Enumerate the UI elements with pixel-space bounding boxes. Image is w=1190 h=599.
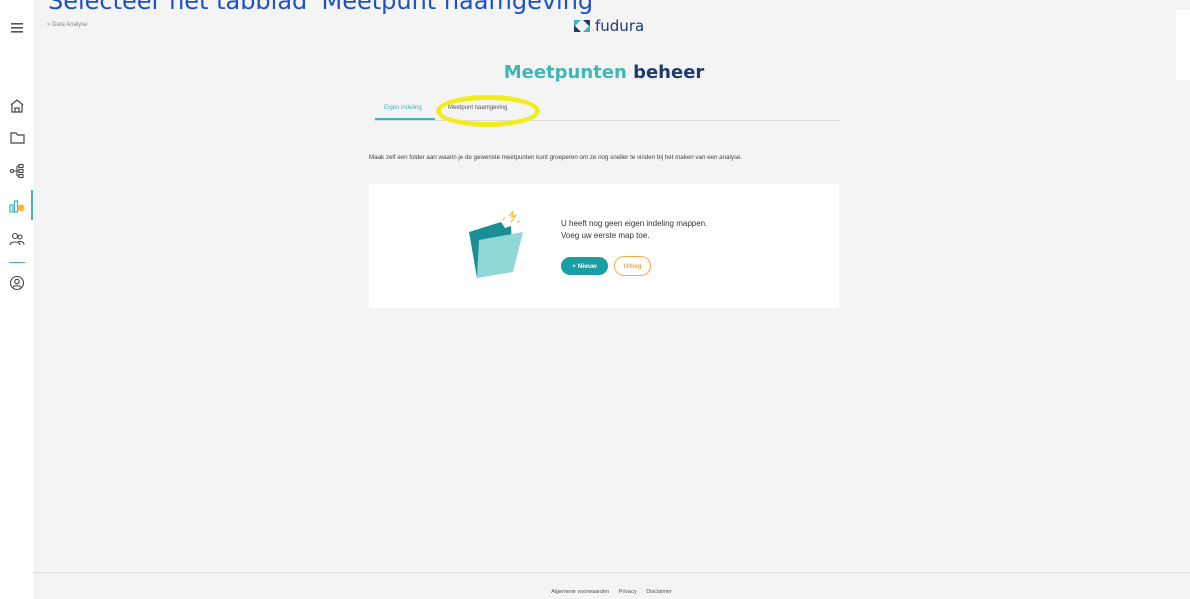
footer-link-terms[interactable]: Algemene voorwaarden — [551, 589, 609, 595]
empty-state-card: U heeft nog geen eigen indeling mappen. … — [369, 184, 839, 308]
empty-state-message: U heeft nog geen eigen indeling mappen. … — [561, 218, 707, 242]
page-title: Meetpunten beheer — [369, 62, 839, 83]
hierarchy-icon[interactable] — [8, 162, 26, 180]
sidebar-divider — [9, 262, 25, 263]
folder-icon[interactable] — [8, 128, 26, 146]
page-description: Maak zelf een folder aan waarin je de ge… — [369, 154, 743, 161]
empty-state-line1: U heeft nog geen eigen indeling mappen. — [561, 219, 708, 228]
footer: Algemene voorwaarden Privacy Disclaimer — [33, 572, 1190, 599]
sidebar — [0, 0, 33, 599]
users-icon[interactable] — [8, 230, 26, 248]
analysis-icon[interactable] — [8, 196, 26, 214]
folder-illustration-icon — [467, 209, 527, 278]
active-tab-underline — [375, 118, 435, 120]
instruction-banner: Selecteer het tabblad 'Meetpunt naamgevi… — [48, 0, 600, 15]
fudura-logo: fudura — [573, 17, 644, 35]
page-title-part2: beheer — [633, 62, 705, 83]
right-panel-edge — [1176, 10, 1190, 80]
footer-link-disclaimer[interactable]: Disclaimer — [646, 589, 672, 595]
top-bar: < Data Analyse fudura — [33, 10, 1176, 44]
account-icon[interactable] — [8, 274, 26, 292]
help-button[interactable]: Uitleg — [614, 256, 651, 276]
page-title-part1: Meetpunten — [503, 62, 627, 83]
logo-text: fudura — [595, 17, 645, 35]
fudura-logo-icon — [574, 20, 590, 32]
back-link[interactable]: < Data Analyse — [47, 22, 88, 28]
footer-links: Algemene voorwaarden Privacy Disclaimer — [33, 589, 1190, 595]
tab-eigen-indeling[interactable]: Eigen indeling — [384, 105, 422, 111]
new-folder-button[interactable]: + Nieuw — [561, 257, 608, 275]
highlight-circle — [436, 95, 540, 127]
menu-icon[interactable] — [8, 19, 26, 37]
sidebar-active-indicator — [31, 190, 33, 220]
empty-state-line2: Voeg uw eerste map toe. — [561, 231, 650, 240]
footer-link-privacy[interactable]: Privacy — [619, 589, 637, 595]
home-icon[interactable] — [8, 97, 26, 115]
